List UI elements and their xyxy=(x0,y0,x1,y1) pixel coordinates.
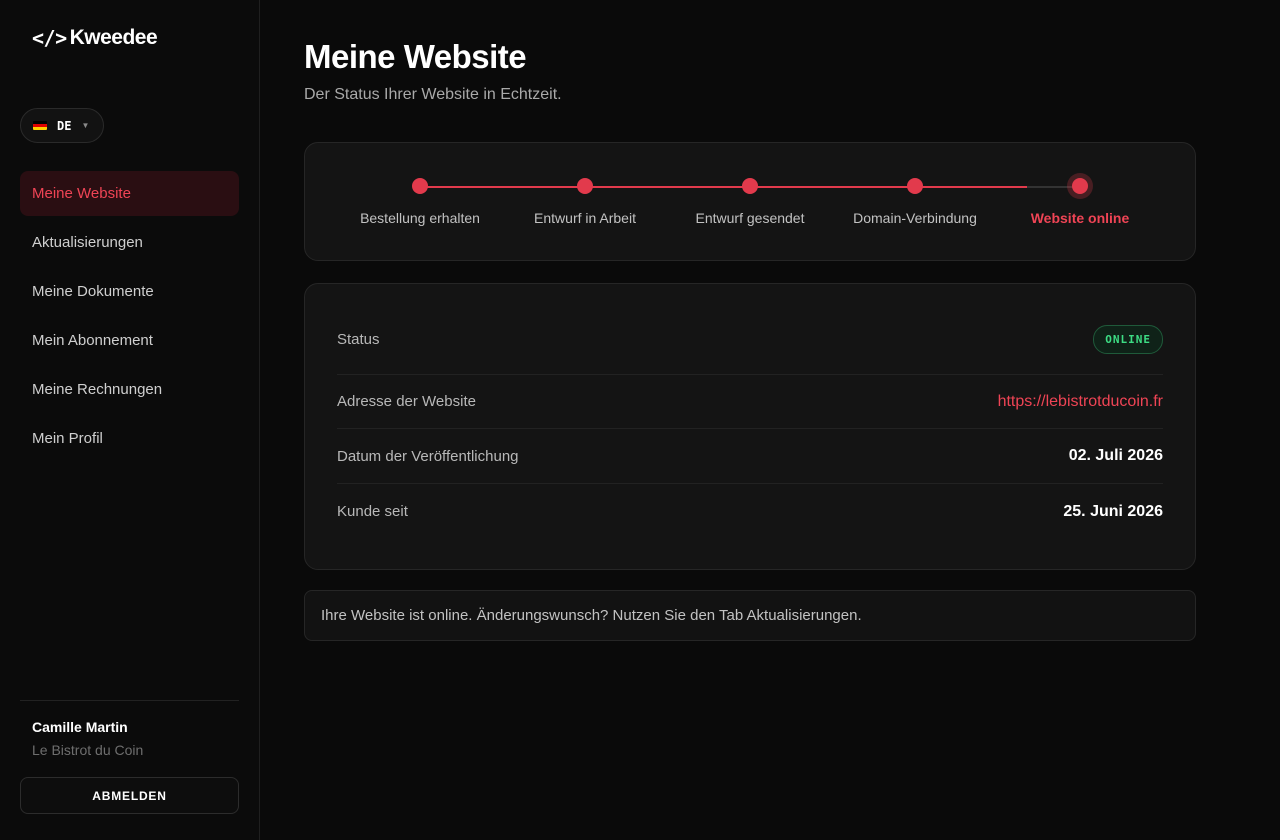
user-company: Le Bistrot du Coin xyxy=(32,742,144,758)
sidebar-item-aktualisierungen[interactable]: Aktualisierungen xyxy=(20,220,239,265)
step-domain-verbindung: Domain-Verbindung xyxy=(835,178,995,226)
sidebar-item-mein-profil[interactable]: Mein Profil xyxy=(20,416,239,461)
german-flag-icon xyxy=(33,121,47,130)
user-name: Camille Martin xyxy=(32,719,128,735)
step-label-current: Website online xyxy=(1030,210,1130,226)
step-label: Entwurf in Arbeit xyxy=(534,210,636,226)
sidebar-item-meine-dokumente[interactable]: Meine Dokumente xyxy=(20,269,239,314)
brand-logo[interactable]: </> Kweedee xyxy=(32,26,158,50)
detail-row-customer-since: Kunde seit 25. Juni 2026 xyxy=(337,484,1163,539)
step-dot xyxy=(742,178,758,194)
detail-label: Status xyxy=(337,330,380,348)
step-label: Domain-Verbindung xyxy=(853,210,977,226)
customer-since-date: 25. Juni 2026 xyxy=(1063,502,1163,520)
detail-label: Kunde seit xyxy=(337,503,408,520)
website-url-link[interactable]: https://lebistrotducoin.fr xyxy=(998,393,1163,411)
step-dot xyxy=(412,178,428,194)
published-date: 02. Juli 2026 xyxy=(1068,447,1163,464)
code-icon: </> xyxy=(32,26,67,50)
sidebar-divider xyxy=(20,700,239,701)
detail-row-address: Adresse der Website https://lebistrotduc… xyxy=(337,375,1163,429)
step-entwurf-in-arbeit: Entwurf in Arbeit xyxy=(505,178,665,226)
app-root: </> Kweedee DE ▼ Meine Website Aktualisi… xyxy=(0,0,1280,840)
detail-row-status: Status ONLINE xyxy=(337,304,1163,375)
step-entwurf-gesendet: Entwurf gesendet xyxy=(670,178,830,226)
detail-label: Datum der Veröffentlichung xyxy=(337,447,519,465)
step-website-online: Website online xyxy=(1000,178,1160,226)
brand-name: Kweedee xyxy=(69,26,158,49)
info-notice: Ihre Website ist online. Änderungswunsch… xyxy=(304,590,1196,641)
chevron-down-icon: ▼ xyxy=(81,121,90,130)
language-code: DE xyxy=(57,118,72,133)
page-title: Meine Website xyxy=(304,38,527,75)
step-bestellung-erhalten: Bestellung erhalten xyxy=(340,178,500,226)
step-label: Bestellung erhalten xyxy=(360,210,480,226)
website-details-card: Status ONLINE Adresse der Website https:… xyxy=(304,283,1196,570)
sidebar-item-meine-website[interactable]: Meine Website xyxy=(20,171,239,216)
language-selector[interactable]: DE ▼ xyxy=(20,108,104,143)
step-dot xyxy=(907,178,923,194)
logout-button[interactable]: ABMELDEN xyxy=(20,777,239,814)
sidebar-nav: Meine Website Aktualisierungen Meine Dok… xyxy=(20,171,239,465)
flag-stripe-gold xyxy=(33,127,47,130)
status-badge: ONLINE xyxy=(1093,324,1163,354)
step-dot xyxy=(577,178,593,194)
main-content: Meine Website Der Status Ihrer Website i… xyxy=(260,0,1280,840)
progress-tracker: Bestellung erhalten Entwurf in Arbeit En… xyxy=(304,142,1196,261)
sidebar: </> Kweedee DE ▼ Meine Website Aktualisi… xyxy=(0,0,260,840)
page-subtitle: Der Status Ihrer Website in Echtzeit. xyxy=(304,86,562,103)
sidebar-item-mein-abonnement[interactable]: Mein Abonnement xyxy=(20,318,239,363)
sidebar-item-meine-rechnungen[interactable]: Meine Rechnungen xyxy=(20,367,239,412)
detail-label: Adresse der Website xyxy=(337,393,476,410)
step-dot-current xyxy=(1072,178,1088,194)
step-label: Entwurf gesendet xyxy=(695,210,805,226)
detail-row-published: Datum der Veröffentlichung 02. Juli 2026 xyxy=(337,429,1163,484)
